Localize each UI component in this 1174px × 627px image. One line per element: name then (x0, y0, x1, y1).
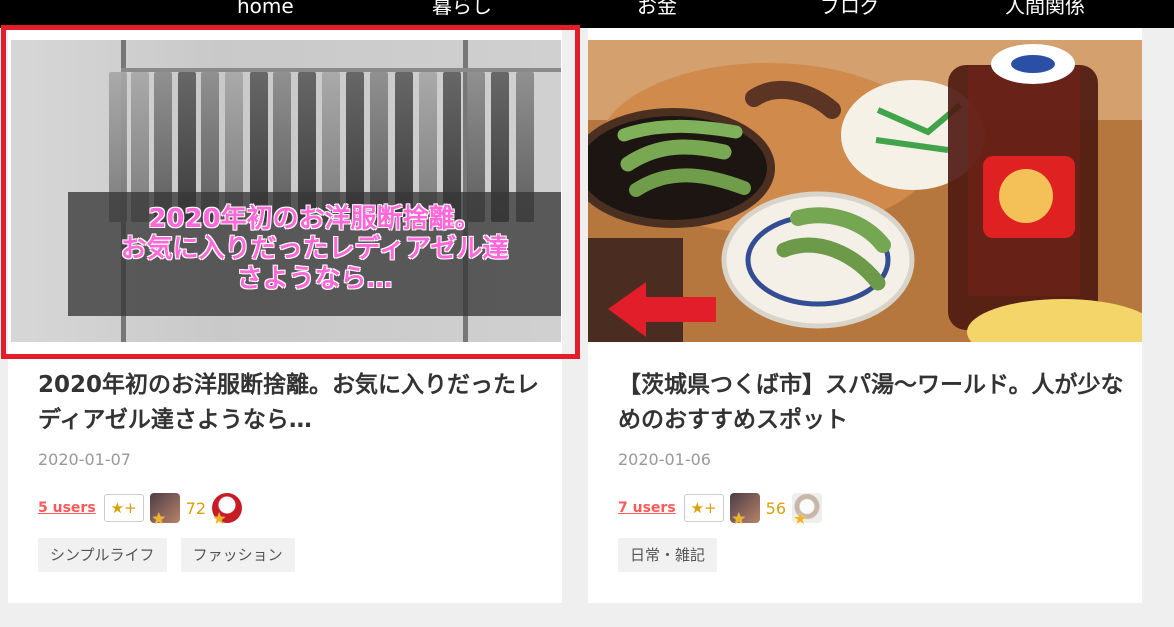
nav-blog[interactable]: ブログ (820, 0, 880, 18)
article-card-spa[interactable]: 【茨城県つくば市】スパ湯～ワールド。人が少なめのおすすめスポット 2020-01… (588, 28, 1142, 603)
nav-living[interactable]: 暮らし (432, 0, 492, 18)
article-date: 2020-01-06 (618, 450, 711, 469)
nav-home[interactable]: home (237, 0, 294, 18)
tag-fashion[interactable]: ファッション (180, 538, 295, 572)
bookmark-users-link[interactable]: 5 users (38, 500, 96, 516)
tag-daily-misc[interactable]: 日常・雑記 (618, 538, 718, 572)
article-date: 2020-01-07 (38, 450, 131, 469)
thumbnail-text-overlay: 2020年初のお洋服断捨離。 お気に入りだったレディアゼル達 さようなら… (68, 192, 561, 316)
star-count: 56 (765, 498, 787, 518)
tag-simple-life[interactable]: シンプルライフ (38, 538, 167, 572)
top-navigation: home 暮らし お金 ブログ 人間関係 (0, 0, 1174, 28)
thumbnail-title-text: 2020年初のお洋服断捨離。 お気に入りだったレディアゼル達 さようなら… (120, 204, 509, 294)
user-avatar[interactable] (149, 493, 180, 528)
article-card-declutter[interactable]: 2020年初のお洋服断捨離。 お気に入りだったレディアゼル達 さようなら… 20… (8, 28, 562, 603)
article-thumbnail-food[interactable] (588, 40, 1142, 342)
nav-human-relations[interactable]: 人間関係 (1005, 0, 1085, 18)
article-thumbnail-clothing[interactable]: 2020年初のお洋服断捨離。 お気に入りだったレディアゼル達 さようなら… (11, 40, 561, 342)
article-social-meta: 7 users ★+ 56 (618, 492, 823, 528)
user-avatar[interactable] (729, 493, 760, 528)
red-left-arrow-icon (608, 282, 716, 337)
bookmark-users-link[interactable]: 7 users (618, 500, 676, 516)
article-title[interactable]: 【茨城県つくば市】スパ湯～ワールド。人が少なめのおすすめスポット (618, 368, 1128, 438)
article-tags: 日常・雑記 (618, 538, 718, 572)
star-count: 72 (185, 498, 207, 518)
badge-avatar[interactable] (792, 493, 823, 528)
article-social-meta: 5 users ★+ 72 (38, 492, 243, 528)
badge-avatar[interactable] (212, 493, 243, 528)
article-tags: シンプルライフ ファッション (38, 538, 295, 572)
add-star-button[interactable]: ★+ (683, 494, 724, 522)
article-title[interactable]: 2020年初のお洋服断捨離。お気に入りだったレディアゼル達さようなら… (38, 368, 548, 438)
nav-money[interactable]: お金 (637, 0, 677, 18)
add-star-button[interactable]: ★+ (103, 494, 144, 522)
